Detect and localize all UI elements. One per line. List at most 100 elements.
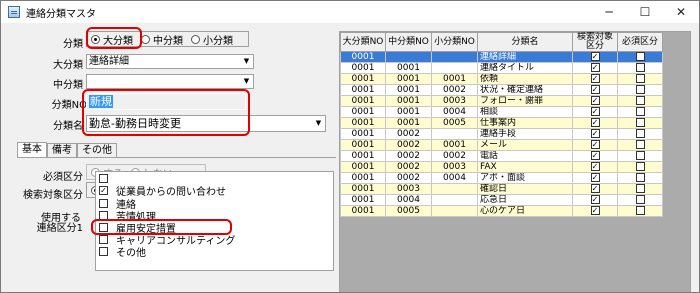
minimize-button[interactable]: ─: [591, 1, 627, 23]
cell-dai: 0001: [340, 172, 386, 184]
tab-notes[interactable]: 備考: [47, 143, 77, 157]
cell-sho: 0002: [431, 84, 478, 96]
close-button[interactable]: ✕: [663, 1, 699, 23]
checkbox-icon[interactable]: [635, 85, 645, 94]
daibunrui-combo[interactable]: 連絡詳細 ▼: [86, 54, 254, 69]
cell-sho: 0004: [431, 172, 478, 184]
cell-chu: 0002: [385, 172, 432, 184]
checkbox-checked-icon[interactable]: ✓: [590, 85, 600, 94]
cell-chu: 0001: [385, 106, 432, 118]
checkbox-checked-icon[interactable]: ✓: [590, 74, 600, 83]
cell-sho: [431, 183, 478, 195]
checkbox-icon[interactable]: [635, 206, 645, 215]
checkbox-checked-icon[interactable]: ✓: [99, 186, 108, 195]
table-row[interactable]: 0001 0002 0003 FAX ✓: [340, 161, 663, 173]
col-header-kensaku[interactable]: 検索対象区分: [572, 32, 618, 52]
cell-name: 心のケア日: [477, 205, 573, 217]
checkbox-checked-icon[interactable]: ✓: [590, 206, 600, 215]
cell-kensaku: ✓: [572, 73, 618, 85]
cell-chu: 0003: [385, 183, 432, 195]
col-header-hissu[interactable]: 必須区分: [617, 32, 663, 52]
hissu-label: 必須区分: [43, 172, 83, 183]
checkbox-icon[interactable]: [635, 184, 645, 193]
checkbox-checked-icon[interactable]: ✓: [590, 107, 600, 116]
checkbox-checked-icon[interactable]: ✓: [590, 195, 600, 204]
maximize-button[interactable]: ☐: [627, 1, 663, 23]
col-header-sho[interactable]: 小分類NO: [431, 32, 478, 52]
col-header-dai[interactable]: 大分類NO: [340, 32, 386, 52]
table-row[interactable]: 0001 0001 0005 仕事案内 ✓: [340, 117, 663, 129]
checkbox-icon[interactable]: [635, 151, 645, 160]
checkbox-icon[interactable]: [635, 52, 645, 61]
checkbox-icon[interactable]: [635, 195, 645, 204]
table-row[interactable]: 0001 0001 0001 依頼 ✓: [340, 73, 663, 85]
bunrui-no-label: 分類NO: [51, 100, 87, 111]
chevron-down-icon[interactable]: ▼: [240, 55, 253, 68]
checkbox-checked-icon[interactable]: ✓: [590, 129, 600, 138]
bunrui-radio-2[interactable]: 小分類: [191, 32, 233, 47]
checkbox-icon[interactable]: [635, 118, 645, 127]
bunrui-radio-label: 中分類: [153, 35, 183, 47]
cell-dai: 0001: [340, 183, 386, 195]
table-row[interactable]: 0001 0002 0001 メール ✓: [340, 139, 663, 151]
checkbox-checked-icon[interactable]: ✓: [590, 184, 600, 193]
checkbox-icon[interactable]: [635, 63, 645, 72]
checkbox-icon[interactable]: [635, 162, 645, 171]
category-table: 大分類NO 中分類NO 小分類NO 分類名 検索対象区分 必須区分 0001 連絡…: [340, 32, 663, 217]
cell-kensaku: ✓: [572, 172, 618, 184]
checkbox-checked-icon[interactable]: ✓: [590, 173, 600, 182]
checkbox-icon[interactable]: [99, 173, 108, 183]
table-row[interactable]: 0001 0002 連絡手段 ✓: [340, 128, 663, 140]
col-header-chu[interactable]: 中分類NO: [385, 32, 432, 52]
checkbox-icon[interactable]: [99, 246, 108, 256]
table-row[interactable]: 0001 0001 0002 状況・確定連絡 ✓: [340, 84, 663, 96]
checkbox-icon[interactable]: [635, 74, 645, 83]
cell-kensaku: ✓: [572, 183, 618, 195]
table-row[interactable]: 0001 0005 心のケア日 ✓: [340, 205, 663, 217]
tab-other[interactable]: その他: [77, 143, 117, 157]
table-row[interactable]: 0001 0002 0004 アポ・面談 ✓: [340, 172, 663, 184]
table-row[interactable]: 0001 0003 確認日 ✓: [340, 183, 663, 195]
checkbox-icon[interactable]: [99, 234, 108, 244]
chubunrui-combo[interactable]: ▼: [86, 74, 254, 89]
checkbox-icon[interactable]: [635, 140, 645, 149]
cell-dai: 0001: [340, 95, 386, 107]
cell-hissu: [617, 117, 663, 129]
checkbox-checked-icon[interactable]: ✓: [590, 151, 600, 160]
cell-kensaku: ✓: [572, 150, 618, 162]
checklist-item[interactable]: その他: [96, 245, 333, 259]
cell-chu: 0005: [385, 205, 432, 217]
checkbox-checked-icon[interactable]: ✓: [590, 63, 600, 72]
cell-chu: 0001: [385, 73, 432, 85]
checkbox-checked-icon[interactable]: ✓: [590, 96, 600, 105]
table-row[interactable]: 0001 0001 連絡タイトル ✓: [340, 62, 663, 74]
chevron-down-icon[interactable]: ▼: [240, 75, 253, 88]
checkbox-icon[interactable]: [635, 107, 645, 116]
checkbox-checked-icon[interactable]: ✓: [590, 52, 600, 61]
checkbox-icon[interactable]: [99, 198, 108, 208]
cell-name: フォロー・謝罪: [477, 95, 573, 107]
cell-hissu: [617, 95, 663, 107]
chubunrui-label: 中分類: [53, 80, 83, 91]
checkbox-icon[interactable]: [635, 173, 645, 182]
highlight-inquiry: [91, 219, 232, 235]
table-row[interactable]: 0001 0004 応急日 ✓: [340, 194, 663, 206]
checkbox-checked-icon[interactable]: ✓: [590, 140, 600, 149]
tab-basic[interactable]: 基本: [17, 142, 47, 157]
checkbox-icon[interactable]: [635, 129, 645, 138]
table-row[interactable]: 0001 連絡詳細 ✓: [340, 51, 663, 63]
cell-sho: [431, 205, 478, 217]
table-row[interactable]: 0001 0001 0003 フォロー・謝罪 ✓: [340, 95, 663, 107]
table-row[interactable]: 0001 0001 0004 相談 ✓: [340, 106, 663, 118]
chevron-down-icon[interactable]: ▼: [312, 116, 325, 131]
bunrui-radio-1[interactable]: 中分類: [141, 32, 183, 47]
table-row[interactable]: 0001 0002 0002 電話 ✓: [340, 150, 663, 162]
cell-name: 応急日: [477, 194, 573, 206]
checkbox-icon[interactable]: [635, 96, 645, 105]
col-header-name[interactable]: 分類名: [477, 32, 573, 52]
checklist-item-label: その他: [116, 247, 146, 259]
checkbox-checked-icon[interactable]: ✓: [590, 162, 600, 171]
cell-chu: 0001: [385, 84, 432, 96]
checkbox-checked-icon[interactable]: ✓: [590, 118, 600, 127]
cell-dai: 0001: [340, 73, 386, 85]
